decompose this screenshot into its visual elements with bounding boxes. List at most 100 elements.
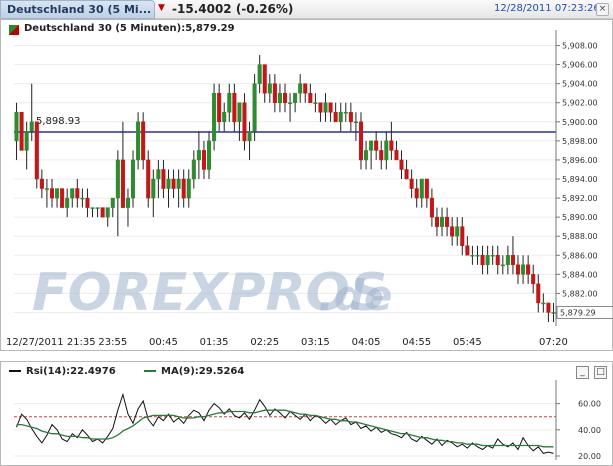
price-tick-label: 5,892.00 bbox=[562, 194, 598, 203]
candle-body bbox=[505, 255, 510, 266]
candle-body bbox=[429, 197, 434, 218]
candle-body bbox=[125, 197, 130, 208]
candle-body bbox=[348, 112, 353, 123]
candle-body bbox=[201, 150, 206, 170]
rsi-legend-label: Rsi(14):22.4976 bbox=[26, 366, 116, 377]
candle-body bbox=[541, 302, 546, 305]
price-tick-label: 5,896.00 bbox=[562, 156, 598, 165]
watermark: FOREXPROS .de bbox=[32, 263, 393, 323]
candle-body bbox=[303, 83, 308, 94]
candle-body bbox=[105, 207, 110, 218]
price-tick-label: 5,900.00 bbox=[562, 118, 598, 127]
candle-body bbox=[29, 121, 34, 132]
candle-body bbox=[379, 150, 384, 161]
candle-body bbox=[232, 92, 237, 123]
candle-body bbox=[242, 102, 247, 142]
candle-body bbox=[434, 216, 439, 227]
minimize-button[interactable]: _ bbox=[576, 366, 589, 379]
candle-body bbox=[166, 178, 171, 189]
candle-body bbox=[333, 112, 338, 123]
candle-body bbox=[293, 92, 298, 103]
time-tick-label: 02:25 bbox=[250, 337, 279, 348]
candle-body bbox=[110, 197, 115, 208]
candle-body bbox=[485, 255, 490, 266]
candle-body bbox=[546, 302, 551, 313]
time-tick-label: 07:20 bbox=[539, 337, 568, 348]
candle-body bbox=[267, 83, 272, 94]
candle-body bbox=[500, 264, 505, 267]
candle-body bbox=[120, 159, 125, 208]
time-tick-label: 03:15 bbox=[301, 337, 330, 348]
candle-body bbox=[156, 169, 161, 180]
candle-body bbox=[475, 255, 480, 257]
candle-body bbox=[521, 264, 526, 275]
candle-body bbox=[131, 159, 136, 199]
candle-body bbox=[65, 197, 70, 208]
ma-legend-label: MA(9):29.5264 bbox=[161, 366, 245, 377]
candle-body bbox=[343, 112, 348, 114]
indicator-axis: 20.00 40.00 60.00 bbox=[555, 380, 601, 461]
price-tick-label: 5,908.00 bbox=[562, 42, 598, 51]
time-tick-label: 04:55 bbox=[402, 337, 431, 348]
candle-body bbox=[181, 178, 186, 199]
candle-body bbox=[14, 112, 19, 142]
candle-body bbox=[247, 131, 252, 142]
candle-body bbox=[49, 188, 55, 199]
candle-body bbox=[353, 121, 358, 124]
candle-body bbox=[323, 102, 328, 113]
price-tick-label: 5,904.00 bbox=[562, 80, 598, 89]
candle-body bbox=[470, 255, 475, 257]
candle-body bbox=[424, 178, 429, 199]
candle-body bbox=[141, 121, 146, 161]
candle-body bbox=[308, 92, 313, 103]
time-tick-label: 04:05 bbox=[352, 337, 381, 348]
candle-body bbox=[191, 159, 196, 180]
candle-body bbox=[389, 140, 394, 151]
time-tick-label: 12/27/2011 21:35 bbox=[6, 337, 96, 348]
candle-body bbox=[536, 283, 541, 304]
candle-body bbox=[55, 188, 60, 199]
candle-body bbox=[171, 178, 176, 189]
candle-body bbox=[24, 131, 29, 151]
candle-body bbox=[206, 140, 212, 170]
candle-body bbox=[465, 245, 470, 256]
ma-legend: MA(9):29.5264 bbox=[144, 366, 244, 377]
indicator-tick-label: 60.00 bbox=[578, 400, 601, 409]
chart-title: Deutschland 30 (5 Minuten):5,879.29 bbox=[24, 23, 235, 34]
ma-line bbox=[16, 409, 554, 448]
price-tick-label: 5,884.00 bbox=[562, 270, 598, 279]
candle-body bbox=[495, 255, 500, 266]
time-tick-label: 01:35 bbox=[200, 337, 229, 348]
candle-body bbox=[75, 188, 80, 199]
candle-body bbox=[257, 64, 262, 84]
candle-body bbox=[510, 255, 515, 266]
candle-body bbox=[318, 102, 323, 113]
time-tick-label: 00:45 bbox=[149, 337, 178, 348]
time-tick-label: 05:45 bbox=[453, 337, 482, 348]
rsi-legend: Rsi(14):22.4976 bbox=[9, 366, 116, 377]
candle-body bbox=[196, 150, 201, 161]
candle-body bbox=[186, 178, 191, 199]
candle-body bbox=[222, 112, 227, 123]
candle-body bbox=[136, 121, 141, 161]
candle-body bbox=[374, 140, 379, 151]
candle-body bbox=[282, 92, 288, 103]
price-tick-label: 5,898.00 bbox=[562, 137, 598, 146]
indicator-grid bbox=[14, 403, 556, 457]
candle-body bbox=[252, 83, 257, 132]
candle-body bbox=[369, 140, 374, 151]
candle-body bbox=[80, 197, 85, 200]
watermark-de: .de bbox=[318, 271, 393, 320]
candle-body bbox=[298, 83, 303, 94]
candle-body bbox=[70, 188, 75, 199]
maximize-button[interactable]: □ bbox=[594, 366, 607, 379]
candle-body bbox=[419, 178, 424, 199]
candle-body bbox=[39, 178, 44, 189]
candle-body bbox=[409, 178, 414, 189]
candle-body bbox=[515, 264, 521, 275]
candle-body bbox=[272, 83, 277, 103]
candle-body bbox=[328, 102, 333, 113]
candle-body bbox=[262, 64, 267, 94]
candle-body bbox=[460, 226, 465, 246]
candle-body bbox=[414, 188, 419, 199]
